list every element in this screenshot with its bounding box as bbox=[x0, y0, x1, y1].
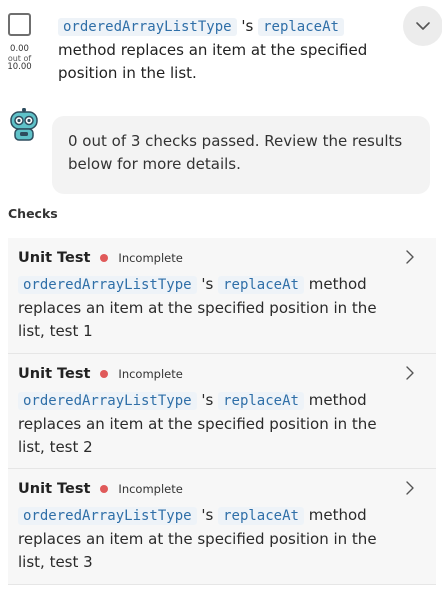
check-item[interactable]: Unit Test Incomplete orderedArrayListTyp… bbox=[8, 238, 436, 354]
checks-heading: Checks bbox=[8, 206, 58, 221]
assignment-header: 0.00 out of 10.00 orderedArrayListType '… bbox=[0, 0, 442, 100]
assignment-description: method replaces an item at the specified… bbox=[58, 41, 368, 82]
code-class-name: orderedArrayListType bbox=[18, 507, 197, 525]
status-badge: Incomplete bbox=[118, 482, 183, 496]
check-description: orderedArrayListType 's replaceAt method… bbox=[18, 273, 408, 343]
code-class-name: orderedArrayListType bbox=[18, 276, 197, 294]
assistant-message: 0 out of 3 checks passed. Review the res… bbox=[52, 116, 430, 194]
assistant-message-text: 0 out of 3 checks passed. Review the res… bbox=[68, 132, 403, 173]
code-method-name: replaceAt bbox=[218, 276, 304, 294]
check-kind: Unit Test bbox=[18, 366, 91, 382]
status-dot-icon bbox=[100, 254, 109, 262]
chevron-down-icon bbox=[416, 22, 430, 30]
score-value: 0.00 bbox=[10, 44, 29, 54]
possessive: 's bbox=[241, 17, 254, 35]
score-display: 0.00 out of 10.00 bbox=[2, 45, 37, 72]
check-kind: Unit Test bbox=[18, 250, 91, 266]
possessive: 's bbox=[201, 391, 214, 409]
code-method-name: replaceAt bbox=[218, 507, 304, 525]
check-item[interactable]: Unit Test Incomplete orderedArrayListTyp… bbox=[8, 469, 436, 585]
code-class-name: orderedArrayListType bbox=[18, 392, 197, 410]
completion-checkbox[interactable] bbox=[8, 13, 31, 36]
chevron-right-icon[interactable] bbox=[404, 481, 416, 495]
code-method-name: replaceAt bbox=[258, 18, 344, 36]
score-max: 10.00 bbox=[7, 62, 32, 72]
possessive: 's bbox=[201, 275, 214, 293]
status-badge: Incomplete bbox=[118, 367, 183, 381]
check-item[interactable]: Unit Test Incomplete orderedArrayListTyp… bbox=[8, 354, 436, 469]
code-class-name: orderedArrayListType bbox=[58, 18, 237, 36]
check-header: Unit Test Incomplete bbox=[18, 479, 424, 499]
collapse-button[interactable] bbox=[403, 6, 442, 46]
status-badge: Incomplete bbox=[118, 251, 183, 265]
robot-icon bbox=[10, 108, 38, 141]
assignment-title: orderedArrayListType 's replaceAt method… bbox=[58, 15, 388, 85]
possessive: 's bbox=[201, 506, 214, 524]
check-description: orderedArrayListType 's replaceAt method… bbox=[18, 504, 408, 574]
status-dot-icon bbox=[100, 485, 109, 493]
chevron-right-icon[interactable] bbox=[404, 366, 416, 380]
code-method-name: replaceAt bbox=[218, 392, 304, 410]
check-header: Unit Test Incomplete bbox=[18, 364, 424, 384]
check-description: orderedArrayListType 's replaceAt method… bbox=[18, 389, 408, 459]
chevron-right-icon[interactable] bbox=[404, 250, 416, 264]
check-kind: Unit Test bbox=[18, 481, 91, 497]
status-dot-icon bbox=[100, 370, 109, 378]
check-header: Unit Test Incomplete bbox=[18, 248, 424, 268]
